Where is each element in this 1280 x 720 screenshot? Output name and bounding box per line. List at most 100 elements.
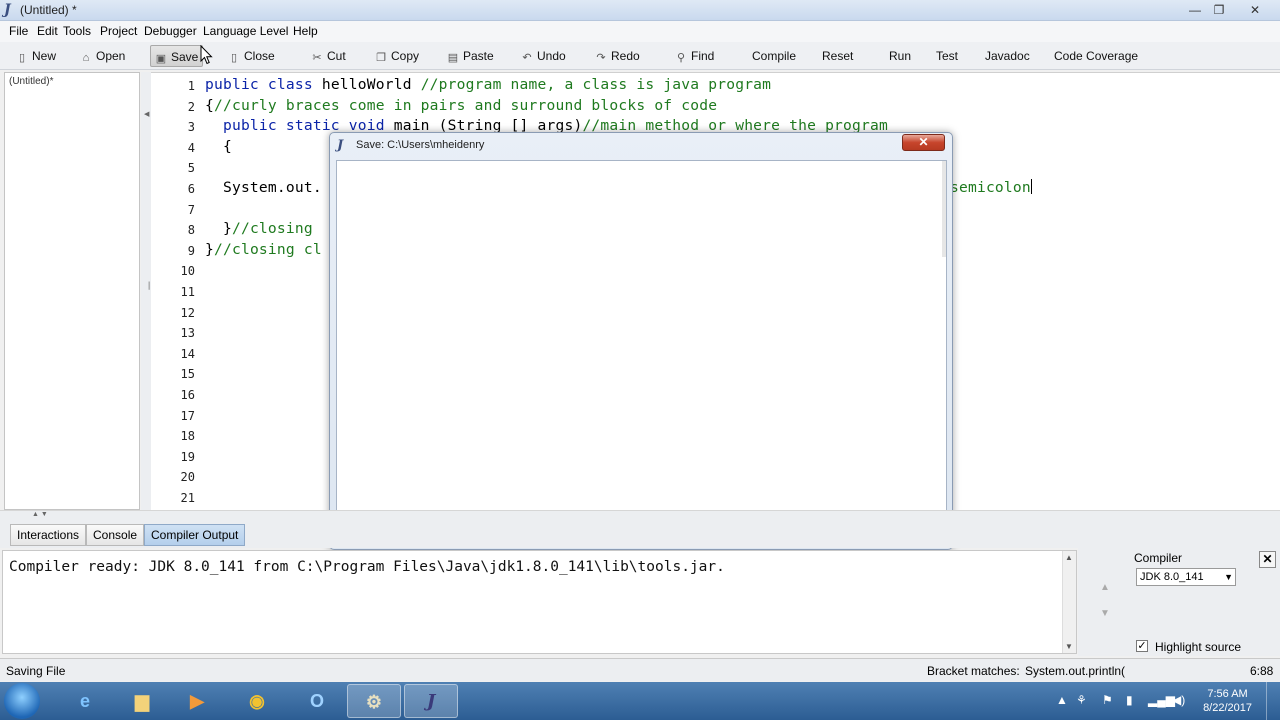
line-number: 13 [180, 326, 195, 341]
line-number: 14 [180, 346, 195, 361]
menu-file[interactable]: File [9, 24, 28, 38]
window-title: (Untitled) * [20, 3, 77, 17]
code-coverage-button[interactable]: Code Coverage [1050, 45, 1142, 67]
signal-icon[interactable]: ▂▄▆ [1148, 693, 1175, 707]
cut-button[interactable]: ✂ Cut [307, 45, 350, 67]
collapse-left-icon[interactable]: ◀ [144, 110, 149, 118]
menu-debugger[interactable]: Debugger [144, 24, 197, 38]
compiler-select[interactable]: JDK 8.0_141 ▼ [1136, 568, 1236, 586]
scroll-down-icon[interactable]: ▼ [1065, 642, 1073, 651]
compile-button[interactable]: Compile [748, 45, 800, 67]
action-center-flag-icon[interactable]: ⚑ [1102, 693, 1113, 707]
volume-icon[interactable]: ◀) [1172, 693, 1185, 707]
run-button[interactable]: Run [885, 45, 915, 67]
code-line-2: {//curly braces come in pairs and surrou… [205, 96, 718, 114]
dialog-close-button[interactable]: ✕ [902, 134, 945, 151]
drjava-dialog-icon: J [337, 138, 344, 153]
tab-console[interactable]: Console [86, 524, 145, 546]
line-number: 17 [180, 408, 195, 423]
previous-error-icon[interactable]: ▲ [1098, 582, 1112, 594]
paste-button[interactable]: ▤ Paste [443, 45, 498, 67]
line-number: 9 [187, 243, 195, 258]
battery-icon[interactable]: ▮ [1126, 693, 1133, 707]
documents-panel: (Untitled)* [4, 72, 140, 510]
line-number: 6 [187, 182, 195, 196]
line-number-gutter: 1 2 3 4 5 6 7 8 9 10 11 12 13 14 15 16 1… [151, 73, 195, 510]
tab-compiler-output[interactable]: Compiler Output [144, 524, 246, 546]
new-button[interactable]: ▯ New [12, 45, 60, 67]
paste-icon: ▤ [447, 52, 459, 64]
chevron-down-icon: ▼ [1224, 572, 1233, 582]
line-number: 5 [187, 161, 195, 176]
find-button[interactable]: ⚲ Find [671, 45, 718, 67]
new-file-icon: ▯ [18, 52, 26, 64]
compiler-status-text: Compiler ready: JDK 8.0_141 from C:\Prog… [9, 559, 725, 575]
outlook-icon[interactable]: O [290, 684, 344, 718]
document-item-untitled[interactable]: (Untitled)* [9, 76, 53, 87]
close-button[interactable]: ▯ Close [224, 45, 279, 67]
open-button[interactable]: ⌂ Open [76, 45, 129, 67]
media-player-icon[interactable]: ▶ [170, 684, 224, 718]
scissors-icon: ✂ [312, 52, 322, 64]
dialog-content-area [336, 160, 947, 544]
line-number: 10 [180, 264, 195, 279]
chrome-icon[interactable]: ◉ [230, 684, 284, 718]
menu-project[interactable]: Project [100, 24, 137, 38]
window-close-button[interactable]: ✕ [1242, 0, 1268, 20]
test-button[interactable]: Test [932, 45, 962, 67]
internet-explorer-icon[interactable]: e [58, 684, 112, 718]
scroll-up-icon[interactable]: ▲ [1065, 553, 1073, 562]
line-number: 18 [180, 429, 195, 444]
minimize-button[interactable]: — [1182, 0, 1208, 20]
drjava-app-icon: J [4, 2, 11, 18]
status-message: Saving File [6, 664, 66, 678]
vertical-splitter[interactable]: ◀ ▕ [141, 72, 151, 510]
dialog-scrollbar[interactable] [942, 161, 946, 257]
copy-button[interactable]: ❐ Copy [371, 45, 423, 67]
binoculars-icon: ⚲ [676, 52, 686, 64]
line-number: 8 [187, 223, 195, 238]
open-folder-icon: ⌂ [82, 52, 90, 64]
line-number: 16 [180, 388, 195, 402]
close-output-icon[interactable]: ✕ [1259, 551, 1276, 568]
horizontal-splitter[interactable]: ▲ ▼ [0, 510, 1280, 522]
code-line-1: public class helloWorld //program name, … [205, 76, 772, 93]
next-error-icon[interactable]: ▼ [1098, 608, 1112, 620]
network-tray-icon[interactable]: ⚘ [1076, 693, 1087, 707]
reset-button[interactable]: Reset [818, 45, 857, 67]
code-line-4: { [205, 137, 232, 155]
toolbar: ▯ New ⌂ Open ▣ Save ▯ Close ✂ Cut ❐ Copy ▤ Past… [0, 42, 1280, 70]
menu-edit[interactable]: Edit [37, 24, 58, 38]
system-clock[interactable]: 7:56 AM 8/22/2017 [1203, 687, 1252, 715]
output-scrollbar[interactable]: ▲ ▼ [1062, 551, 1076, 653]
javadoc-button[interactable]: Javadoc [981, 45, 1034, 67]
file-explorer-icon[interactable]: ▆ [115, 684, 169, 718]
undo-button[interactable]: ↶ Undo [517, 45, 570, 67]
text-caret [1030, 179, 1032, 194]
line-number: 4 [187, 140, 195, 155]
redo-icon: ↷ [596, 52, 606, 64]
mouse-pointer-icon [200, 45, 213, 65]
menu-language-level[interactable]: Language Level [203, 24, 288, 38]
line-number: 1 [187, 79, 195, 93]
tray-expand-icon[interactable]: ▲ [1056, 693, 1068, 707]
tab-interactions[interactable]: Interactions [10, 524, 87, 546]
windows-taskbar: e ▆ ▶ ◉ O ⚙ J ▲ ⚘ ⚑ ▮ ▂▄▆ ◀) 7:56 AM 8/2… [0, 682, 1280, 720]
splitter-arrows-icon[interactable]: ▲ ▼ [32, 511, 48, 518]
line-number: 15 [180, 367, 195, 382]
highlight-source-checkbox[interactable]: ✓ [1136, 640, 1148, 652]
menu-bar: File Edit Tools Project Debugger Languag… [0, 21, 1280, 42]
start-button[interactable] [4, 683, 40, 719]
bottom-tab-bar: Interactions Console Compiler Output [0, 522, 1280, 548]
line-number: 19 [180, 449, 195, 464]
maximize-button[interactable]: ❐ [1206, 0, 1232, 20]
splitter-grip-icon[interactable]: ▕ [144, 282, 149, 290]
save-button[interactable]: ▣ Save [150, 45, 204, 67]
show-desktop-button[interactable] [1266, 682, 1280, 720]
bracket-matches-value: System.out.println( [1025, 664, 1126, 678]
drjava-taskbar-icon[interactable]: J [404, 684, 458, 718]
menu-help[interactable]: Help [293, 24, 318, 38]
redo-button[interactable]: ↷ Redo [591, 45, 644, 67]
java-tool-icon[interactable]: ⚙ [347, 684, 401, 718]
menu-tools[interactable]: Tools [63, 24, 91, 38]
